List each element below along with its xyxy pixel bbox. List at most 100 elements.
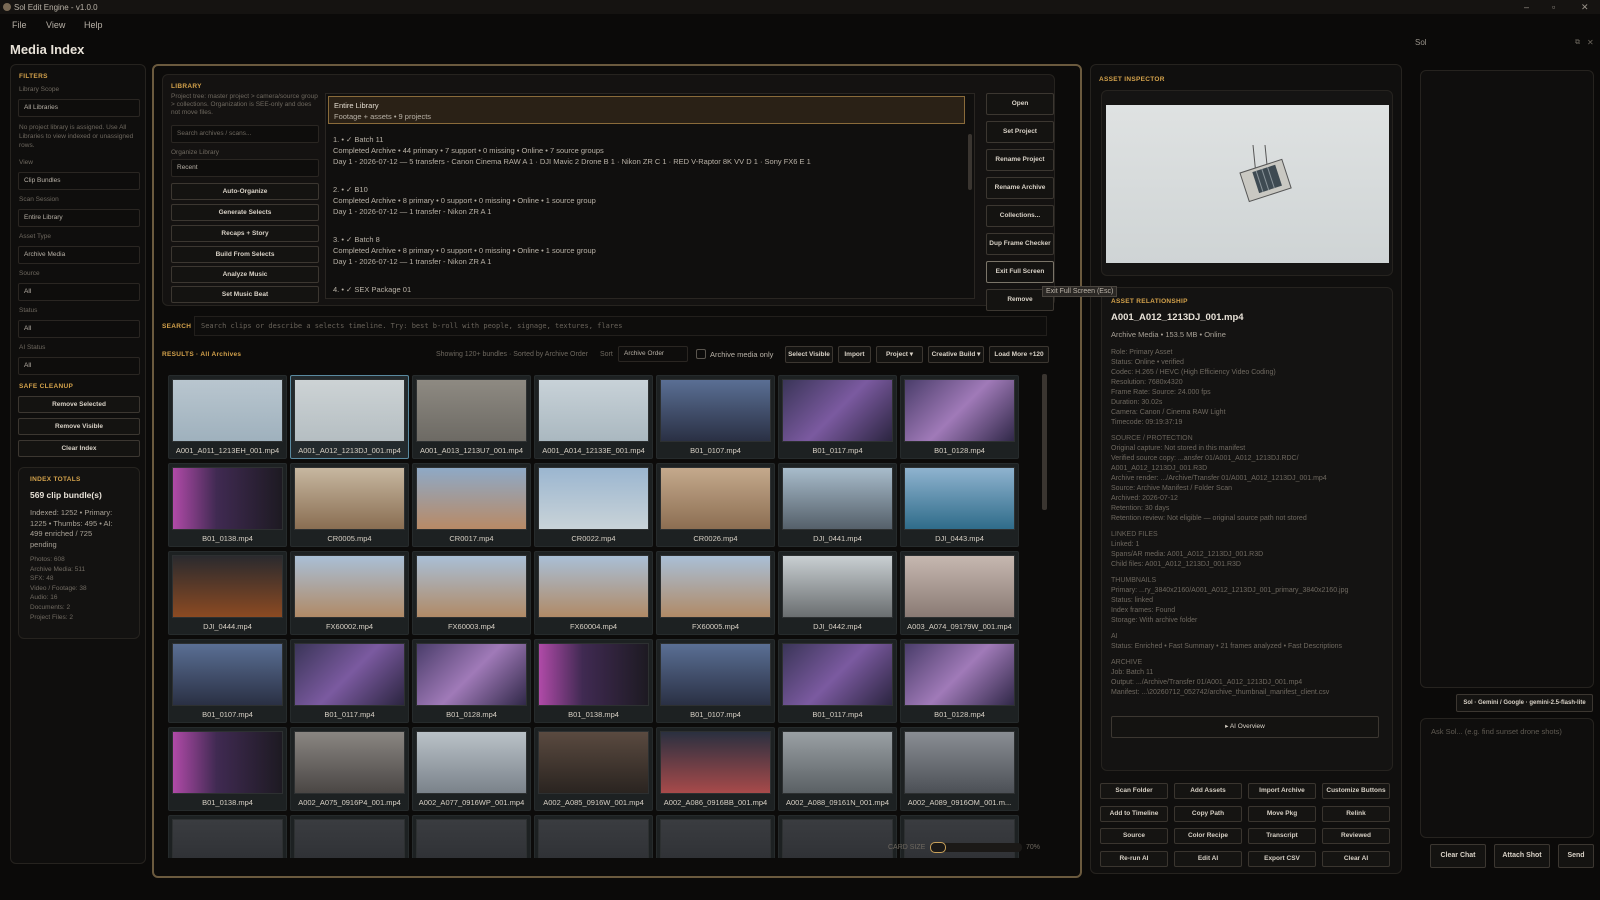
media-card[interactable]: FX60003.mp4: [412, 551, 531, 635]
sol-close-icon[interactable]: ✕: [1587, 38, 1594, 47]
scan-folder-button[interactable]: Scan Folder: [1100, 783, 1168, 799]
remove-selected-button[interactable]: Remove Selected: [18, 396, 140, 413]
clear-ai-button[interactable]: Clear AI: [1322, 850, 1390, 867]
recaps-story-button[interactable]: Recaps + Story: [171, 225, 319, 242]
ai-status-select[interactable]: All: [18, 357, 140, 375]
rename-archive-button[interactable]: Rename Archive: [986, 177, 1054, 199]
media-card[interactable]: B01_0128.mp4: [900, 375, 1019, 459]
generate-selects-button[interactable]: Generate Selects: [171, 204, 319, 221]
results-scrollbar[interactable]: [1042, 374, 1047, 510]
attach-shot-button[interactable]: Attach Shot: [1494, 844, 1550, 868]
clear-index-button[interactable]: Clear Index: [18, 440, 140, 457]
media-card[interactable]: CR0026.mp4: [656, 463, 775, 547]
auto-organize-button[interactable]: Auto-Organize: [171, 183, 319, 200]
ai-overview-toggle[interactable]: ▸ AI Overview: [1111, 716, 1379, 738]
view-select[interactable]: Clip Bundles: [18, 172, 140, 190]
export-csv-button[interactable]: Export CSV: [1248, 850, 1316, 867]
media-card[interactable]: FX60005.mp4: [656, 551, 775, 635]
media-card[interactable]: B01_0107.mp4: [656, 639, 775, 723]
open-button[interactable]: Open: [986, 93, 1054, 115]
set-project-button[interactable]: Set Project: [986, 121, 1054, 143]
customize-buttons-button[interactable]: Customize Buttons: [1322, 783, 1390, 799]
clear-chat-button[interactable]: Clear Chat: [1430, 844, 1486, 868]
media-card[interactable]: B01_0128.mp4: [412, 639, 531, 723]
reviewed-button[interactable]: Reviewed: [1322, 828, 1390, 844]
media-card[interactable]: A002_A088_09161N_001.mp4: [778, 727, 897, 811]
media-card[interactable]: A001_A014_12133E_001.mp4: [534, 375, 653, 459]
media-card[interactable]: [168, 815, 287, 858]
menu-view[interactable]: View: [46, 20, 65, 30]
copy-path-button[interactable]: Copy Path: [1174, 805, 1242, 822]
select-visible-button[interactable]: Select Visible: [785, 346, 833, 363]
exit-full-screen-button[interactable]: Exit Full Screen: [986, 261, 1054, 283]
library-item[interactable]: 4. • ✓ SEX Package 01: [328, 282, 965, 298]
media-card[interactable]: [656, 815, 775, 858]
creative-build-dropdown[interactable]: Creative Build ▾: [928, 346, 984, 363]
media-card[interactable]: DJI_0443.mp4: [900, 463, 1019, 547]
edit-ai-button[interactable]: Edit AI: [1174, 850, 1242, 867]
media-card[interactable]: CR0017.mp4: [412, 463, 531, 547]
media-card[interactable]: B01_0107.mp4: [656, 375, 775, 459]
media-card[interactable]: A002_A085_0916W_001.mp4: [534, 727, 653, 811]
library-item-entire[interactable]: Entire Library Footage + assets • 9 proj…: [328, 96, 965, 124]
media-card[interactable]: [290, 815, 409, 858]
sort-select[interactable]: Archive Order: [618, 346, 688, 362]
chat-input[interactable]: Ask Sol... (e.g. find sunset drone shots…: [1420, 718, 1594, 838]
library-scope-select[interactable]: All Libraries: [18, 99, 140, 117]
library-item[interactable]: 1. • ✓ Batch 11 Completed Archive • 44 p…: [328, 132, 965, 174]
project-dropdown[interactable]: Project ▾: [876, 346, 923, 363]
library-scrollbar[interactable]: [968, 134, 972, 190]
media-card[interactable]: B01_0117.mp4: [290, 639, 409, 723]
media-card[interactable]: B01_0128.mp4: [900, 639, 1019, 723]
media-card[interactable]: A002_A089_0916OM_001.m...: [900, 727, 1019, 811]
media-card[interactable]: B01_0138.mp4: [168, 463, 287, 547]
collections-button[interactable]: Collections...: [986, 205, 1054, 227]
media-card[interactable]: B01_0138.mp4: [168, 727, 287, 811]
media-card[interactable]: DJI_0444.mp4: [168, 551, 287, 635]
media-card[interactable]: B01_0107.mp4: [168, 639, 287, 723]
menu-help[interactable]: Help: [84, 20, 103, 30]
archive-only-checkbox[interactable]: [696, 349, 706, 359]
build-from-selects-button[interactable]: Build From Selects: [171, 246, 319, 263]
media-card[interactable]: A002_A077_0916WP_001.mp4: [412, 727, 531, 811]
relink-button[interactable]: Relink: [1322, 805, 1390, 822]
media-card[interactable]: B01_0117.mp4: [778, 639, 897, 723]
send-button[interactable]: Send: [1558, 844, 1594, 868]
re-run-ai-button[interactable]: Re-run AI: [1100, 850, 1168, 867]
import-archive-button[interactable]: Import Archive: [1248, 783, 1316, 799]
media-card[interactable]: FX60002.mp4: [290, 551, 409, 635]
add-assets-button[interactable]: Add Assets: [1174, 783, 1242, 799]
media-card[interactable]: A002_A086_0916BB_001.mp4: [656, 727, 775, 811]
close-icon[interactable]: ✕: [1581, 2, 1589, 13]
rename-project-button[interactable]: Rename Project: [986, 149, 1054, 171]
media-card[interactable]: A001_A012_1213DJ_001.mp4: [290, 375, 409, 459]
media-card[interactable]: [534, 815, 653, 858]
maximize-icon[interactable]: ▫: [1552, 2, 1555, 12]
color-recipe-button[interactable]: Color Recipe: [1174, 828, 1242, 844]
load-more-button[interactable]: Load More +120: [989, 346, 1049, 363]
media-card[interactable]: CR0022.mp4: [534, 463, 653, 547]
media-card[interactable]: [778, 815, 897, 858]
import-button[interactable]: Import: [838, 346, 871, 363]
scan-session-select[interactable]: Entire Library: [18, 209, 140, 227]
analyze-music-button[interactable]: Analyze Music: [171, 266, 319, 283]
media-card[interactable]: B01_0138.mp4: [534, 639, 653, 723]
media-card[interactable]: A003_A074_09179W_001.mp4: [900, 551, 1019, 635]
card-size-slider-handle[interactable]: [930, 842, 947, 853]
sol-float-icon[interactable]: ⧉: [1575, 39, 1580, 47]
source-button[interactable]: Source: [1100, 828, 1168, 844]
remove-visible-button[interactable]: Remove Visible: [18, 418, 140, 435]
add-to-timeline-button[interactable]: Add to Timeline: [1100, 805, 1168, 822]
minimize-icon[interactable]: –: [1524, 2, 1529, 12]
menu-file[interactable]: File: [12, 20, 27, 30]
media-card[interactable]: DJI_0442.mp4: [778, 551, 897, 635]
search-input[interactable]: Search clips or describe a selects timel…: [194, 316, 1047, 336]
media-card[interactable]: DJI_0441.mp4: [778, 463, 897, 547]
media-card[interactable]: A002_A075_0916P4_001.mp4: [290, 727, 409, 811]
library-item[interactable]: 3. • ✓ Batch 8 Completed Archive • 8 pri…: [328, 232, 965, 274]
move-pkg-button[interactable]: Move Pkg: [1248, 805, 1316, 822]
media-card[interactable]: CR0005.mp4: [290, 463, 409, 547]
media-card[interactable]: A001_A011_1213EH_001.mp4: [168, 375, 287, 459]
asset-type-select[interactable]: Archive Media: [18, 246, 140, 264]
organize-select[interactable]: Recent: [171, 159, 319, 177]
